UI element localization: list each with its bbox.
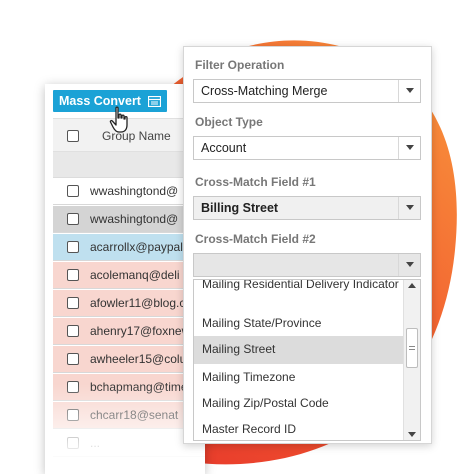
group-name-cell: awheeler15@colu bbox=[90, 352, 187, 366]
dropdown-option[interactable]: Mailing Timezone bbox=[194, 364, 404, 390]
cross-match-field-1-select[interactable]: Billing Street bbox=[193, 196, 421, 220]
cross-match-field-1-label: Cross-Match Field #1 bbox=[195, 175, 316, 189]
row-checkbox[interactable] bbox=[67, 241, 79, 253]
row-checkbox[interactable] bbox=[67, 297, 79, 309]
chevron-down-icon[interactable] bbox=[398, 80, 420, 102]
scrollbar-thumb[interactable] bbox=[406, 328, 418, 368]
scroll-grip-icon bbox=[409, 349, 415, 350]
chevron-down-icon[interactable] bbox=[408, 432, 416, 437]
row-checkbox[interactable] bbox=[67, 213, 79, 225]
dropdown-option[interactable]: Mailing Street bbox=[194, 336, 404, 364]
contacts-table-panel: Mass Convert Group Name wwashingtond@ wwa… bbox=[45, 84, 205, 474]
filter-operation-label: Filter Operation bbox=[195, 58, 285, 72]
row-checkbox[interactable] bbox=[67, 269, 79, 281]
group-name-cell: bchapmang@time bbox=[90, 380, 188, 394]
dropdown-scrollbar[interactable] bbox=[403, 280, 420, 440]
row-checkbox[interactable] bbox=[67, 185, 79, 197]
cross-match-field-1-value: Billing Street bbox=[201, 201, 279, 215]
group-name-cell: afowler11@blog.c bbox=[90, 296, 186, 310]
group-name-cell: wwashingtond@ bbox=[90, 184, 179, 198]
group-name-cell: chcarr18@senat bbox=[90, 408, 179, 422]
object-type-select[interactable]: Account bbox=[193, 136, 421, 160]
dropdown-option[interactable]: Master Record ID bbox=[194, 416, 404, 440]
chevron-down-icon[interactable] bbox=[398, 197, 420, 219]
filter-operation-select[interactable]: Cross-Matching Merge bbox=[193, 79, 421, 103]
dropdown-option[interactable]: Mailing Residential Delivery Indicator bbox=[194, 280, 404, 306]
chevron-down-icon[interactable] bbox=[398, 254, 420, 276]
object-type-value: Account bbox=[201, 141, 247, 155]
object-type-label: Object Type bbox=[195, 115, 263, 129]
row-checkbox[interactable] bbox=[67, 353, 79, 365]
convert-icon bbox=[148, 96, 162, 108]
group-name-cell: acarrollx@paypal bbox=[90, 240, 183, 254]
row-checkbox[interactable] bbox=[67, 325, 79, 337]
group-name-cell: acolemanq@deli bbox=[90, 268, 180, 282]
hand-cursor-icon bbox=[109, 106, 128, 133]
filter-panel: Filter Operation Cross-Matching Merge Ob… bbox=[183, 46, 432, 444]
group-name-cell: wwashingtond@ bbox=[90, 212, 179, 226]
row-checkbox[interactable] bbox=[67, 381, 79, 393]
cross-match-field-2-select[interactable] bbox=[193, 253, 421, 277]
row-checkbox[interactable] bbox=[67, 437, 79, 449]
scroll-grip-icon bbox=[409, 346, 415, 347]
group-name-cell: ... bbox=[90, 436, 101, 450]
row-checkbox[interactable] bbox=[67, 409, 79, 421]
cross-match-field-2-label: Cross-Match Field #2 bbox=[195, 232, 316, 246]
cross-match-field-2-dropdown[interactable]: Mailing Residential Delivery Indicator Ma… bbox=[193, 279, 421, 441]
filter-operation-value: Cross-Matching Merge bbox=[201, 84, 328, 98]
chevron-up-icon[interactable] bbox=[408, 283, 416, 288]
group-name-cell: ahenry17@foxnew bbox=[90, 324, 191, 338]
select-all-checkbox[interactable] bbox=[67, 130, 79, 142]
dropdown-option[interactable]: Mailing Zip/Postal Code bbox=[194, 390, 404, 416]
dropdown-option[interactable]: Mailing State/Province bbox=[194, 310, 404, 336]
chevron-down-icon[interactable] bbox=[398, 137, 420, 159]
